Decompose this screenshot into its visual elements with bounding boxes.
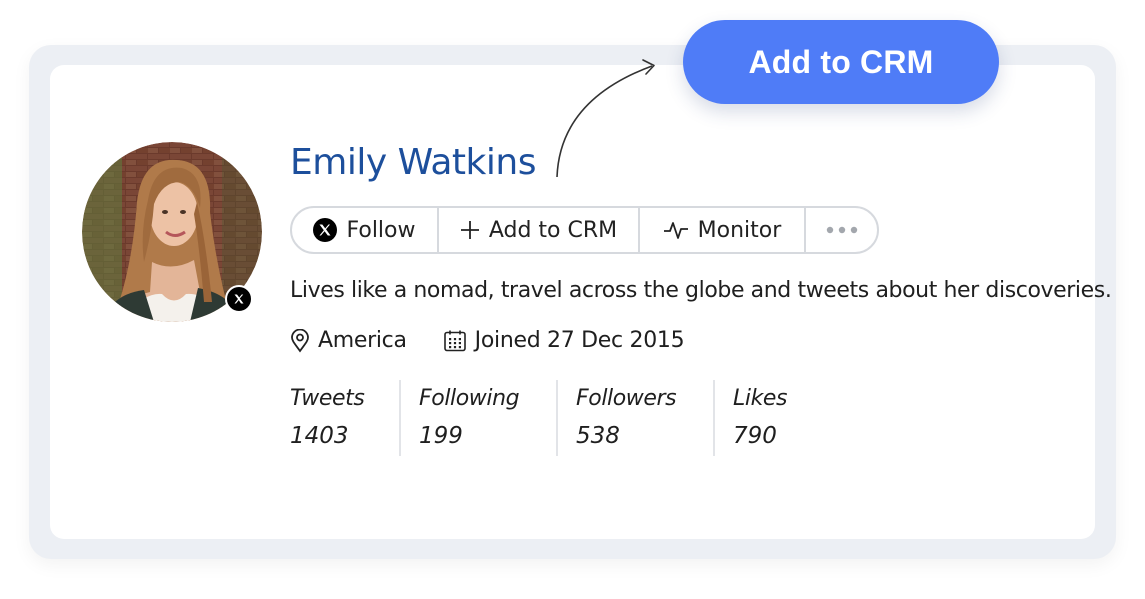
- activity-pulse-icon: [663, 222, 688, 239]
- location-pin-icon: [291, 328, 309, 353]
- callout-arrow-icon: [556, 59, 655, 178]
- stat-label: Likes: [733, 386, 788, 411]
- profile-name[interactable]: Emily Watkins: [290, 141, 536, 185]
- x-logo-icon: [234, 294, 244, 304]
- divider: [399, 380, 401, 456]
- joined-text: Joined 27 Dec 2015: [474, 328, 685, 353]
- location-text: America: [318, 328, 407, 353]
- stat-value: 1403: [290, 423, 349, 449]
- x-badge: [225, 285, 253, 313]
- calendar-icon: [443, 330, 466, 351]
- stat-value: 199: [419, 423, 463, 449]
- follow-label: Follow: [346, 217, 416, 243]
- stat-tweets[interactable]: Tweets 1403: [290, 380, 399, 456]
- stat-value: 790: [733, 423, 777, 449]
- stat-following[interactable]: Following 199: [419, 380, 556, 456]
- stat-label: Tweets: [290, 386, 365, 411]
- x-logo-icon: [313, 218, 338, 242]
- profile-stats: Tweets 1403 Following 199 Followers 538 …: [290, 380, 823, 456]
- stat-label: Followers: [576, 386, 677, 411]
- profile-bio: Lives like a nomad, travel across the gl…: [290, 278, 1112, 303]
- stat-label: Following: [419, 386, 520, 411]
- add-to-crm-button[interactable]: Add to CRM: [439, 208, 640, 252]
- stat-likes[interactable]: Likes 790: [733, 380, 823, 456]
- divider: [556, 380, 558, 456]
- monitor-button[interactable]: Monitor: [640, 208, 806, 252]
- stat-followers[interactable]: Followers 538: [576, 380, 713, 456]
- add-to-crm-label: Add to CRM: [488, 217, 618, 243]
- add-to-crm-cta-button[interactable]: Add to CRM: [683, 20, 999, 104]
- action-bar: Follow Add to CRM Monitor: [290, 206, 879, 254]
- location-item: America: [290, 328, 407, 353]
- divider: [713, 380, 715, 456]
- follow-button[interactable]: Follow: [292, 208, 439, 252]
- stat-value: 538: [576, 423, 620, 449]
- plus-icon: [460, 221, 479, 239]
- monitor-label: Monitor: [697, 217, 782, 243]
- more-dots-icon: [826, 226, 857, 234]
- more-options-button[interactable]: [806, 208, 877, 252]
- avatar-container: [82, 142, 262, 322]
- profile-meta: America Joined 27 Dec 2015: [290, 328, 685, 353]
- joined-item: Joined 27 Dec 2015: [443, 328, 685, 353]
